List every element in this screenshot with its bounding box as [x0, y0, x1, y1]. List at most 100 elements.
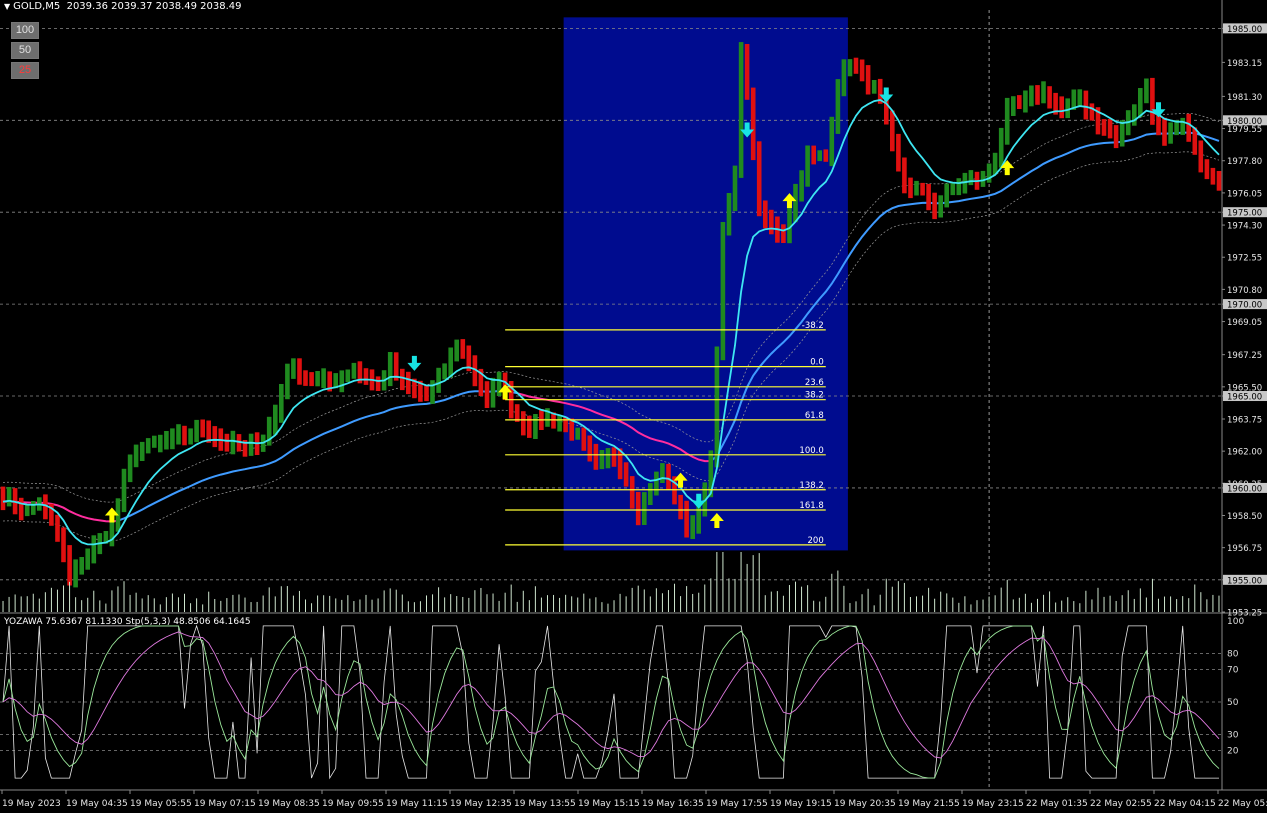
price-bar: [1077, 89, 1083, 107]
price-bar: [763, 200, 768, 229]
price-bar: [6, 487, 12, 507]
price-bar: [575, 427, 580, 440]
price-tick-label: 1969.05: [1227, 318, 1262, 328]
price-bar: [726, 193, 732, 236]
price-tick-label: 1975.00: [1227, 209, 1262, 219]
price-bar: [896, 133, 901, 172]
price-bar: [152, 435, 157, 448]
price-bar: [811, 145, 816, 165]
price-bar: [375, 376, 381, 391]
price-tick-label: 1956.75: [1227, 544, 1262, 554]
fib-level-label: 138.2: [799, 481, 823, 491]
time-tick-label: 19 May 04:35: [66, 799, 128, 809]
price-bar: [1113, 125, 1119, 149]
price-bar: [158, 434, 163, 453]
price-bar: [666, 463, 671, 490]
scale-button-50[interactable]: 50: [11, 42, 39, 59]
price-bar: [406, 371, 411, 395]
price-bar: [890, 110, 895, 152]
price-chart[interactable]: -38.2 0.0 23.6 38.2 61.8 100.0 138.2 161.8 200 1…: [0, 0, 1267, 813]
price-bar: [932, 192, 937, 220]
price-bar: [279, 384, 284, 423]
ohlc-values: 2039.36 2039.37 2038.49 2038.49: [66, 1, 242, 12]
time-tick-label: 19 May 23:15: [962, 799, 1024, 809]
price-bar: [188, 428, 193, 445]
price-tick-label: 1958.50: [1227, 512, 1262, 522]
price-bar: [629, 476, 635, 509]
price-bar: [1119, 120, 1125, 147]
price-bar: [73, 559, 78, 588]
price-bar: [91, 535, 97, 564]
fib-level-label: 100.0: [799, 446, 823, 456]
price-tick-label: 1981.30: [1227, 93, 1262, 103]
price-bar: [805, 145, 810, 187]
price-bar: [18, 497, 24, 521]
time-tick-label: 19 May 21:55: [898, 799, 960, 809]
price-bar: [67, 545, 72, 586]
indicator-level-label: 100: [1227, 617, 1244, 627]
price-bar: [968, 170, 974, 186]
indicator-level-label: 20: [1227, 747, 1239, 757]
price-bar: [908, 177, 913, 199]
price-bar: [454, 339, 459, 362]
price-bar: [1101, 119, 1107, 136]
price-bar: [484, 381, 490, 408]
price-tick-label: 1974.30: [1227, 222, 1262, 232]
price-bar: [176, 424, 181, 445]
symbol-header: ▼ GOLD,M5 2039.36 2039.37 2038.49 2038.49: [4, 1, 242, 12]
price-bar: [514, 404, 520, 422]
price-bar: [986, 163, 992, 183]
symbol-name: GOLD,M5: [13, 1, 61, 12]
price-bar: [1011, 96, 1016, 116]
price-bar: [351, 362, 357, 379]
price-bar: [24, 504, 30, 517]
price-bar: [769, 209, 774, 235]
price-tick-label: 1983.15: [1227, 59, 1262, 69]
price-tick-label: 1970.80: [1227, 286, 1262, 296]
time-tick-label: 22 May 04:15: [1154, 799, 1216, 809]
indicator-level-label: 50: [1227, 698, 1239, 708]
price-bar: [496, 371, 502, 396]
scale-button-25[interactable]: 25: [11, 62, 39, 79]
price-bar: [345, 369, 351, 382]
time-tick-label: 19 May 2023: [2, 799, 61, 809]
scale-button-100[interactable]: 100: [11, 22, 39, 39]
price-tick-label: 1972.55: [1227, 254, 1262, 264]
price-bar: [563, 416, 568, 433]
price-bar: [841, 59, 847, 97]
price-bar: [0, 486, 6, 511]
time-tick-label: 19 May 15:15: [578, 799, 640, 809]
price-bar: [835, 79, 841, 134]
price-bar: [79, 557, 84, 575]
price-tick-label: 1963.75: [1227, 415, 1262, 425]
price-bar: [309, 372, 314, 387]
price-bar: [109, 520, 115, 547]
time-tick-label: 19 May 19:15: [770, 799, 832, 809]
fib-level-label: 0.0: [810, 358, 824, 368]
collapse-triangle-icon[interactable]: ▼: [4, 2, 10, 11]
price-bar: [387, 352, 393, 387]
price-bar: [230, 430, 236, 455]
price-bar: [200, 419, 205, 438]
price-bar: [738, 42, 744, 178]
fib-level-label: 200: [808, 536, 824, 546]
price-bar: [902, 157, 907, 194]
time-tick-label: 19 May 16:35: [642, 799, 704, 809]
stochastic-label: Stp(5,3,3) 48.8506 64.1645: [125, 617, 251, 627]
price-bar: [460, 339, 466, 359]
price-tick-label: 1967.25: [1227, 351, 1262, 361]
price-bar: [1204, 159, 1210, 180]
price-bar: [1083, 90, 1089, 120]
price-bar: [363, 368, 369, 385]
price-bar: [605, 448, 611, 469]
price-tick-label: 1955.00: [1227, 576, 1262, 586]
price-bar: [642, 492, 647, 525]
price-bar: [400, 368, 405, 391]
price-bar: [1180, 117, 1185, 135]
price-bar: [829, 116, 835, 167]
price-bar: [557, 415, 562, 432]
price-bar: [303, 370, 308, 386]
price-bar: [182, 425, 187, 446]
price-bar: [321, 368, 326, 388]
price-bar: [750, 87, 756, 161]
